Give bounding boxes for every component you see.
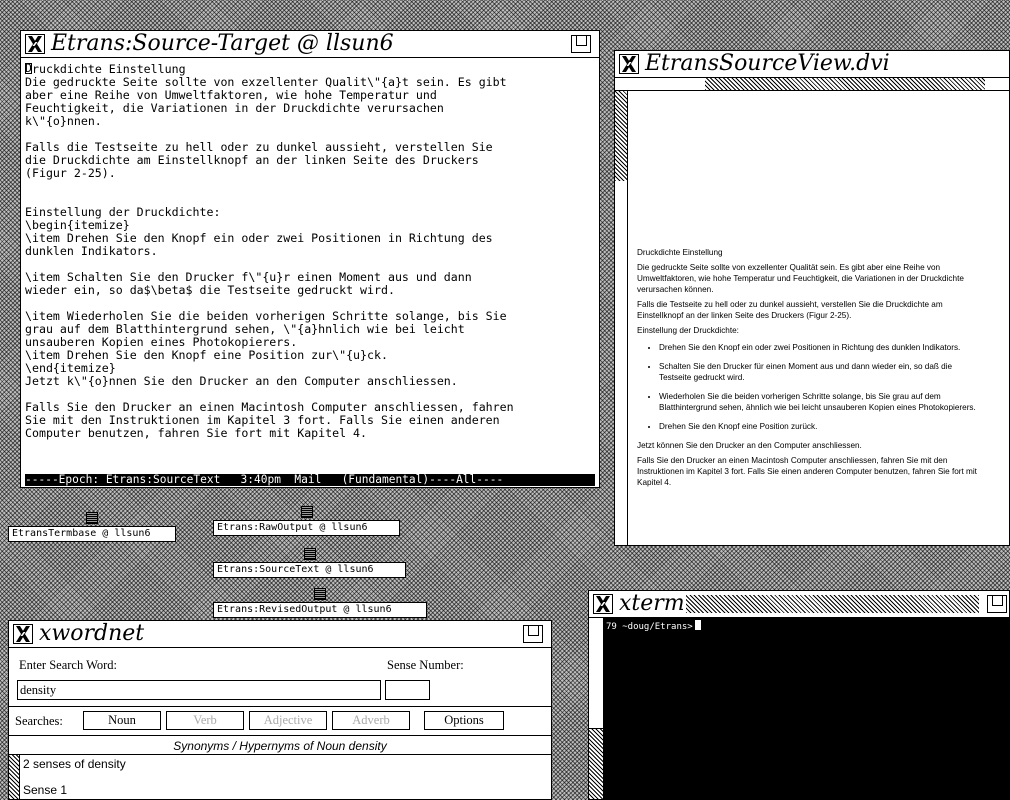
doc-paragraph: Die gedruckte Seite sollte von exzellent… — [637, 263, 964, 294]
icon-label: Etrans:RawOutput @ llsun6 — [213, 520, 400, 536]
search-word-label: Enter Search Word: — [19, 658, 118, 672]
prompt-text: 79 ~doug/Etrans> — [606, 622, 693, 632]
results-pane[interactable]: 2 senses of density Sense 1 — [9, 754, 551, 799]
adjective-button[interactable]: Adjective — [249, 711, 327, 730]
window-icon — [86, 512, 98, 524]
window-icon — [314, 588, 326, 600]
icon-label: EtransTermbase @ llsun6 — [8, 526, 176, 542]
x-logo-icon — [593, 594, 613, 614]
maximize-icon[interactable] — [523, 625, 543, 643]
icon-termbase[interactable]: EtransTermbase @ llsun6 — [8, 512, 176, 542]
terminal-screen[interactable]: 79 ~doug/Etrans> — [604, 618, 1009, 799]
emacs-buffer[interactable]: Druckdichte Einstellung Die gedruckte Se… — [25, 61, 595, 440]
sense-number-label: Sense Number: — [387, 658, 464, 672]
x-logo-icon — [13, 624, 33, 644]
doc-bullet-item: Drehen Sie den Knopf ein oder zwei Posit… — [659, 342, 981, 353]
window-title: Etrans:Source-Target @ llsun6 — [51, 31, 394, 56]
searches-label: Searches: — [15, 714, 63, 728]
buffer-first-line: ruckdichte Einstellung — [32, 62, 186, 76]
dvi-viewer-window[interactable]: EtransSourceView.dvi Druckdichte Einstel… — [614, 50, 1010, 546]
icon-sourcetext[interactable]: Etrans:SourceText @ llsun6 — [213, 548, 406, 578]
icon-label: Etrans:RevisedOutput @ llsun6 — [213, 602, 427, 618]
dvi-page: Druckdichte Einstellung Die gedruckte Se… — [637, 247, 981, 492]
doc-paragraph: Einstellung der Druckdichte: — [637, 326, 739, 335]
results-heading: Synonyms / Hypernyms of Noun density — [173, 739, 387, 753]
maximize-icon[interactable] — [571, 35, 591, 53]
xterm-scrollbar[interactable] — [589, 618, 604, 799]
doc-bullet-list: Drehen Sie den Knopf ein oder zwei Posit… — [637, 342, 981, 432]
search-word-input[interactable]: density — [17, 680, 381, 700]
scroll-thumb[interactable] — [705, 78, 985, 90]
icon-rawoutput[interactable]: Etrans:RawOutput @ llsun6 — [213, 506, 400, 536]
verb-button[interactable]: Verb — [166, 711, 244, 730]
scroll-thumb[interactable] — [615, 91, 627, 181]
mode-line: -----Epoch: Etrans:SourceText 3:40pm Mai… — [25, 474, 595, 486]
dvi-titlebar[interactable]: EtransSourceView.dvi — [615, 51, 1009, 78]
maximize-icon[interactable] — [987, 595, 1007, 613]
terminal-prompt: 79 ~doug/Etrans> — [606, 620, 701, 633]
emacs-window[interactable]: Etrans:Source-Target @ llsun6 Druckdicht… — [20, 30, 600, 488]
buffer-body: Die gedruckte Seite sollte von exzellent… — [25, 75, 514, 440]
results-scrollbar[interactable] — [9, 755, 20, 799]
doc-paragraph: Falls Sie den Drucker an einen Macintosh… — [637, 456, 977, 487]
result-line: Sense 1 — [23, 783, 68, 797]
doc-paragraph: Falls die Testseite zu hell oder zu dunk… — [637, 300, 943, 320]
result-line: 2 senses of density — [23, 757, 126, 771]
window-title: EtransSourceView.dvi — [645, 51, 890, 76]
divider — [9, 735, 551, 736]
vertical-scrollbar[interactable] — [615, 91, 628, 545]
window-title: xterm — [619, 591, 685, 616]
emacs-titlebar[interactable]: Etrans:Source-Target @ llsun6 — [21, 31, 599, 58]
cursor-char: D — [25, 61, 32, 75]
doc-bullet-item: Wiederholen Sie die beiden vorherigen Sc… — [659, 391, 981, 413]
terminal-cursor — [694, 620, 701, 630]
scroll-thumb[interactable] — [589, 618, 603, 729]
doc-heading: Druckdichte Einstellung — [637, 248, 723, 257]
xwordnet-pane: Enter Search Word: Sense Number: density… — [9, 648, 551, 799]
text-cursor: D — [25, 61, 32, 75]
noun-button[interactable]: Noun — [83, 711, 161, 730]
doc-bullet-item: Schalten Sie den Drucker für einen Momen… — [659, 361, 981, 383]
xterm-window[interactable]: xterm 79 ~doug/Etrans> — [588, 590, 1010, 800]
sense-number-input[interactable] — [385, 680, 430, 700]
icon-label: Etrans:SourceText @ llsun6 — [213, 562, 406, 578]
divider — [9, 706, 551, 707]
window-icon — [300, 506, 313, 518]
adverb-button[interactable]: Adverb — [332, 711, 410, 730]
window-icon — [303, 548, 316, 560]
xwordnet-window[interactable]: xwordnet Enter Search Word: Sense Number… — [8, 620, 552, 800]
doc-bullet-item: Drehen Sie den Knopf eine Position zurüc… — [659, 421, 981, 432]
doc-paragraph: Jetzt können Sie den Drucker an den Comp… — [637, 441, 862, 450]
options-button[interactable]: Options — [424, 711, 504, 730]
xwordnet-titlebar[interactable]: xwordnet — [9, 621, 551, 648]
titlebar-fill — [686, 595, 979, 613]
window-title: xwordnet — [39, 621, 145, 646]
x-logo-icon — [619, 54, 639, 74]
icon-revisedoutput[interactable]: Etrans:RevisedOutput @ llsun6 — [213, 588, 427, 618]
x-logo-icon — [25, 34, 45, 54]
horizontal-scrollbar[interactable] — [615, 78, 1009, 91]
xterm-titlebar[interactable]: xterm — [589, 591, 1009, 618]
